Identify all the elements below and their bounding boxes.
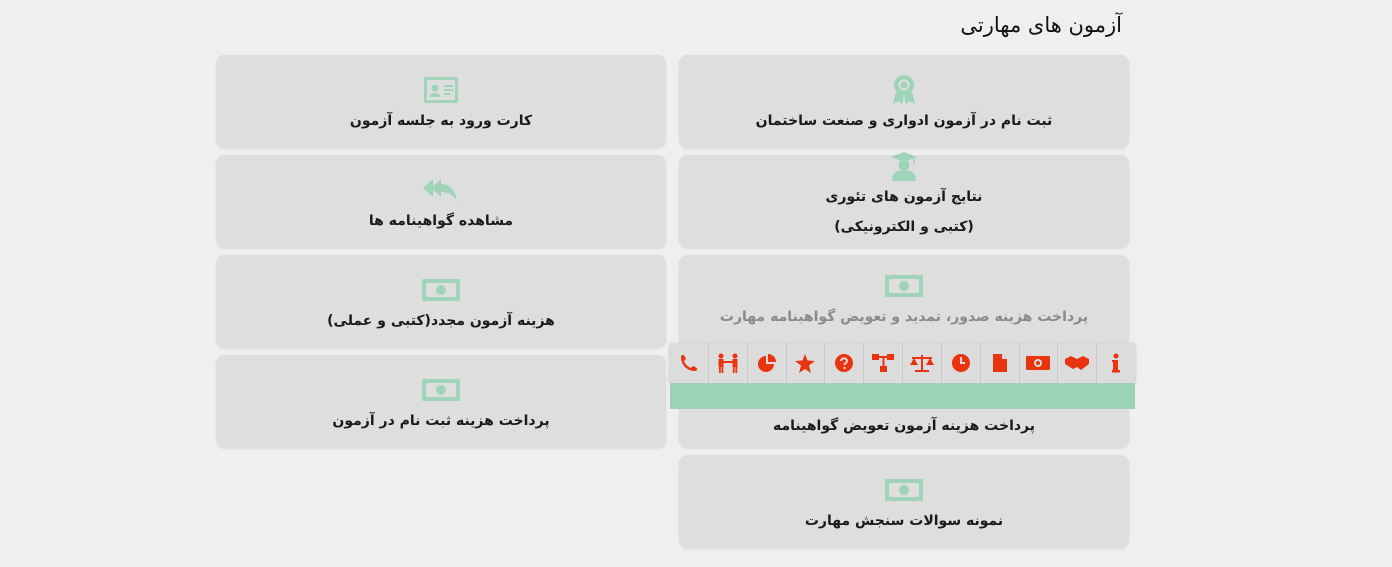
entry-card-card[interactable]: کارت ورود به جلسه آزمون — [216, 55, 666, 148]
floating-toolbar — [670, 343, 1135, 383]
money-bill-icon — [422, 273, 460, 307]
phone-icon[interactable] — [670, 343, 708, 383]
money-icon[interactable] — [1018, 343, 1058, 383]
sample-questions-label: نمونه سوالات سنجش مهارت — [804, 512, 1004, 529]
pie-chart-icon[interactable] — [746, 343, 786, 383]
id-card-icon — [424, 73, 458, 107]
clock-icon[interactable] — [940, 343, 980, 383]
people-icon[interactable] — [707, 343, 747, 383]
register-exam-label: ثبت نام در آزمون ادواری و صنعت ساختمان — [755, 112, 1053, 129]
page-title: آزمون های مهارتی — [960, 13, 1122, 37]
retake-fee-card[interactable]: هزینه آزمون مجدد(کتبی و عملی) — [216, 255, 666, 348]
theory-results-label: نتایج آزمون های تئوری — [825, 188, 983, 205]
registration-fee-card[interactable]: پرداخت هزینه ثبت نام در آزمون — [216, 355, 666, 448]
award-ribbon-icon — [891, 73, 917, 107]
certificate-fee-label: پرداخت هزینه صدور، تمدید و تعویض گواهینا… — [719, 308, 1089, 325]
register-exam-card[interactable]: ثبت نام در آزمون ادواری و صنعت ساختمان — [679, 55, 1129, 148]
money-bill-icon — [422, 373, 460, 407]
star-icon[interactable] — [785, 343, 825, 383]
toolbar-band — [670, 383, 1135, 409]
view-certificates-card[interactable]: مشاهده گواهینامه ها — [216, 155, 666, 248]
question-icon[interactable] — [824, 343, 863, 383]
graduate-icon — [890, 149, 918, 183]
entry-card-label: کارت ورود به جلسه آزمون — [349, 112, 533, 129]
money-bill-icon — [885, 269, 923, 303]
theory-results-card[interactable]: نتایج آزمون های تئوری (کتبی و الکترونیکی… — [679, 151, 1129, 248]
money-bill-icon — [885, 473, 923, 507]
handshake-icon[interactable] — [1057, 343, 1096, 383]
retake-fee-label: هزینه آزمون مجدد(کتبی و عملی) — [327, 312, 555, 329]
certificate-exchange-fee-label: پرداخت هزینه آزمون تعویض گواهینامه — [772, 417, 1036, 434]
sample-questions-card[interactable]: نمونه سوالات سنجش مهارت — [679, 455, 1129, 548]
theory-results-sublabel: (کتبی و الکترونیکی) — [834, 218, 974, 235]
reply-all-icon — [423, 173, 459, 207]
document-icon[interactable] — [979, 343, 1019, 383]
certificate-fee-card[interactable]: پرداخت هزینه صدور، تمدید و تعویض گواهینا… — [679, 255, 1129, 348]
registration-fee-label: پرداخت هزینه ثبت نام در آزمون — [332, 412, 550, 429]
scale-icon[interactable] — [902, 343, 941, 383]
info-icon[interactable] — [1096, 343, 1135, 383]
page: آزمون های مهارتی ثبت نام در آزمون ادواری… — [0, 0, 1392, 567]
sitemap-icon[interactable] — [863, 343, 902, 383]
view-certificates-label: مشاهده گواهینامه ها — [368, 212, 514, 229]
